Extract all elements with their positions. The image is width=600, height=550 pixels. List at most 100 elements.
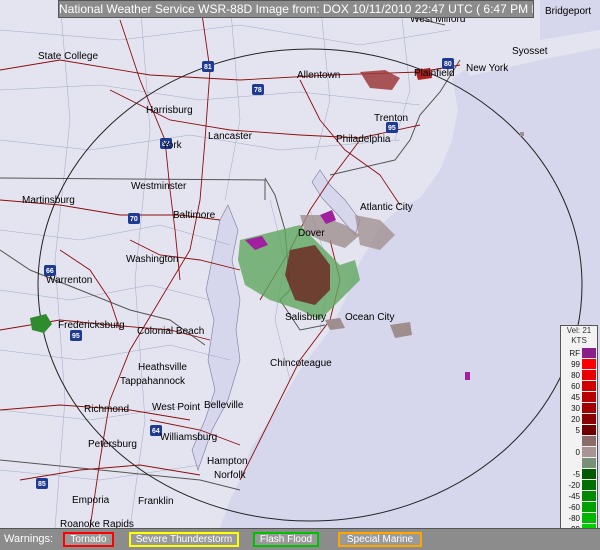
shield-70: 70 [128,213,140,224]
legend-value: -20 [568,481,580,490]
city-syosset: Syosset [512,46,548,57]
warnings-label: Warnings: [4,533,54,545]
city-emporia: Emporia [72,495,110,506]
legend-value: 45 [571,393,580,402]
legend-swatch [582,414,596,424]
svg-text:85: 85 [38,481,46,488]
legend-header: Vel: 21 [566,326,592,335]
shield-78: 78 [252,84,264,95]
legend-swatch [582,447,596,457]
city-baltimore: Baltimore [173,210,216,221]
svg-text:95: 95 [72,333,80,340]
legend-value: -5 [572,470,580,479]
city-martinsburg: Martinsburg [22,195,75,206]
legend-row: 80 [561,370,597,381]
shield-95b: 95 [70,330,82,341]
legend-value: 99 [571,360,580,369]
city-petersburg: Petersburg [88,439,137,450]
city-warrenton: Warrenton [46,275,92,286]
city-heathsville: Heathsville [138,362,187,373]
city-chincoteague: Chincoteague [270,358,332,369]
city-new-york: New York [466,63,509,74]
warnings-bar: Warnings: Tornado Severe Thunderstorm Fl… [0,528,600,550]
legend-value: 5 [575,426,580,435]
legend-swatch [582,403,596,413]
city-plainfield: Plainfield [414,68,455,79]
legend-row: 20 [561,414,597,425]
legend-row: 45 [561,392,597,403]
city-west-point: West Point [152,402,200,413]
legend-value: 80 [571,371,580,380]
city-harrisburg: Harrisburg [146,105,193,116]
svg-text:80: 80 [444,61,452,68]
city-tappahannock: Tappahannock [120,376,186,387]
shield-81: 81 [202,61,214,72]
legend-value: -45 [568,492,580,501]
city-williamsburg: Williamsburg [160,432,217,443]
city-fredericksburg: Fredericksburg [58,320,125,331]
legend-swatch [582,425,596,435]
legend-value: -60 [568,503,580,512]
radar-map: 81 78 80 95 83 70 66 95 64 85 Mount Poco… [0,0,600,528]
legend-row [561,458,597,469]
legend-swatch [582,491,596,501]
warning-severe-thunderstorm-button[interactable]: Severe Thunderstorm [129,532,239,547]
city-allentown: Allentown [297,70,340,81]
city-state-college: State College [38,51,98,62]
legend-swatch [582,436,596,446]
legend-swatch [582,458,596,468]
city-hampton: Hampton [207,456,248,467]
legend-value: 20 [571,415,580,424]
velocity-legend: Vel: 21 KTS RF 99 80 60 45 30 20 5 0 -5 -20 -45 -60 -… [560,325,598,546]
legend-row: -80 [561,513,597,524]
title-bar: National Weather Service WSR-88D Image f… [58,0,534,18]
city-westminster: Westminster [131,181,187,192]
svg-text:70: 70 [130,216,138,223]
svg-text:64: 64 [152,428,160,435]
city-roanoke-rapids: Roanoke Rapids [60,519,134,528]
legend-value: 0 [575,448,580,457]
svg-text:66: 66 [46,268,54,275]
city-richmond: Richmond [84,404,129,415]
legend-row: 30 [561,403,597,414]
legend-swatch [582,513,596,523]
legend-swatch [582,502,596,512]
warning-special-marine-button[interactable]: Special Marine [338,532,422,547]
warning-flash-flood-button[interactable]: Flash Flood [253,532,319,547]
legend-row: -5 [561,469,597,480]
warning-tornado-button[interactable]: Tornado [63,532,114,547]
legend-row: -60 [561,502,597,513]
legend-unit: KTS [571,336,587,345]
legend-row: 99 [561,359,597,370]
city-ocean-city: Ocean City [345,312,394,323]
legend-row: 60 [561,381,597,392]
city-salisbury: Salisbury [285,312,326,323]
legend-row: -45 [561,491,597,502]
city-colonial-beach: Colonial Beach [137,326,204,337]
legend-row: 0 [561,447,597,458]
legend-swatch [582,392,596,402]
legend-row: 5 [561,425,597,436]
svg-text:78: 78 [254,87,262,94]
legend-value: RF [569,349,580,358]
svg-text:81: 81 [204,64,212,71]
legend-row: RF [561,348,597,359]
legend-swatch [582,381,596,391]
city-dover: Dover [298,228,325,239]
shield-85: 85 [36,478,48,489]
legend-swatch [582,469,596,479]
city-franklin: Franklin [138,496,174,507]
legend-row [561,436,597,447]
legend-swatch [582,348,596,358]
city-norfolk: Norfolk [214,470,247,481]
city-philadelphia: Philadelphia [336,134,391,145]
city-york: York [162,140,183,151]
legend-row: -20 [561,480,597,491]
legend-swatch [582,480,596,490]
city-atlantic-city: Atlantic City [360,202,413,213]
legend-value: -80 [568,514,580,523]
legend-value: 30 [571,404,580,413]
legend-swatch [582,359,596,369]
legend-value: 60 [571,382,580,391]
city-trenton: Trenton [374,113,408,124]
